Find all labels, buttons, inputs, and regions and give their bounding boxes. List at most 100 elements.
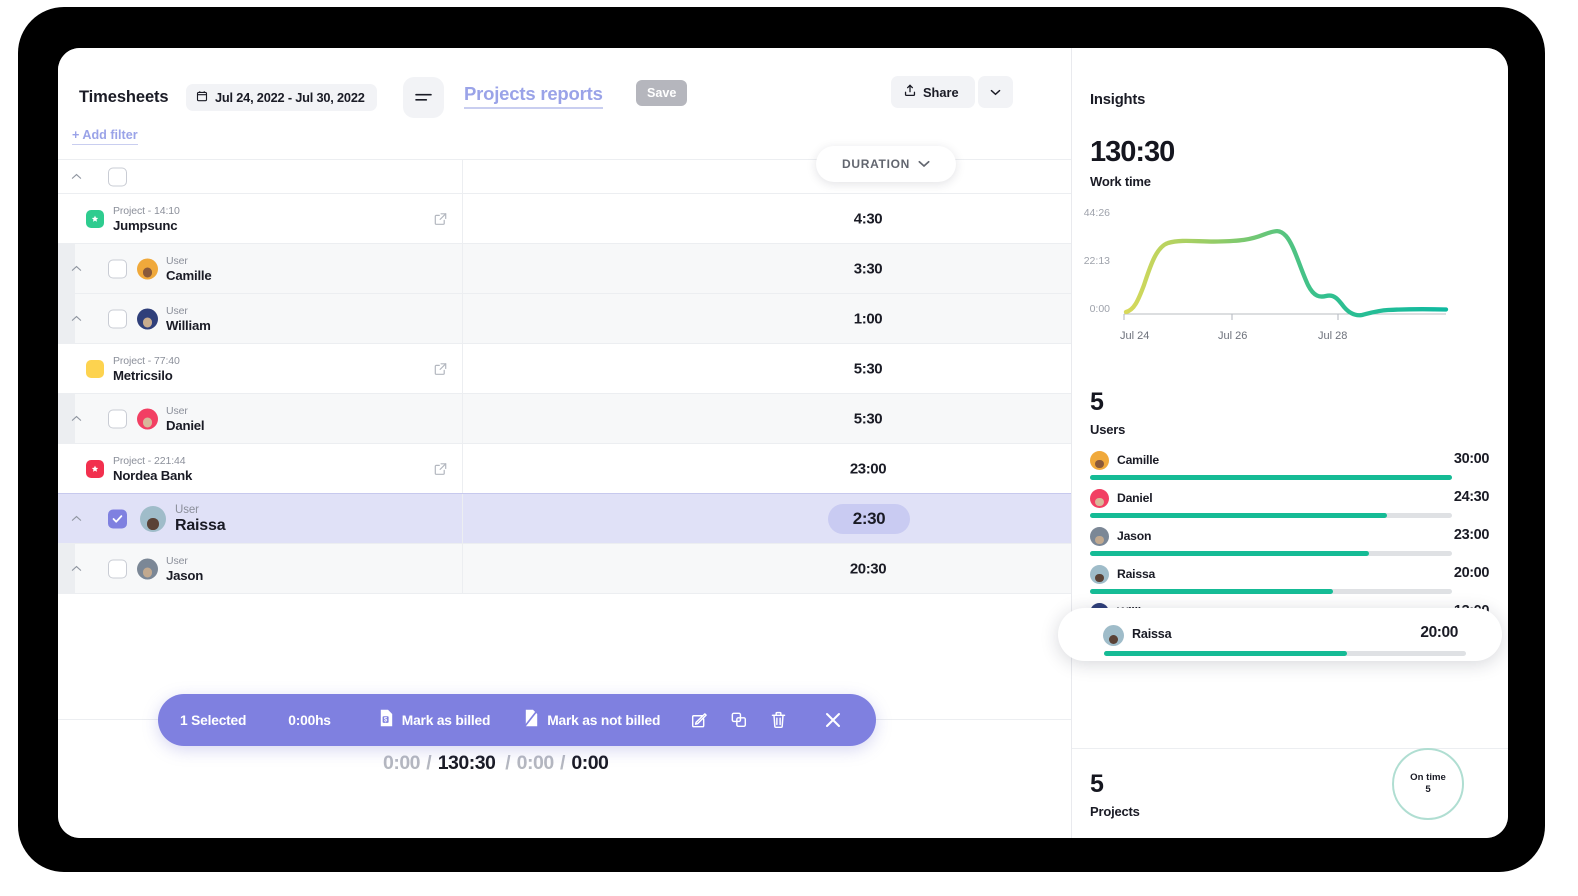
row-collapse-icon[interactable] <box>69 412 83 426</box>
table-row[interactable]: Project - 77:40Metricsilo5:30 <box>58 344 1071 394</box>
date-range-label: Jul 24, 2022 - Jul 30, 2022 <box>215 90 365 105</box>
user-value: 24:30 <box>1454 489 1489 505</box>
table-row[interactable]: UserWilliam 1:00 <box>58 294 1071 344</box>
user-bar-row[interactable]: Camille 30:00 <box>1090 448 1490 486</box>
table-row[interactable]: Project - 221:44Nordea Bank23:00 <box>58 444 1071 494</box>
user-bar-row[interactable]: Daniel24:30 <box>1090 486 1490 524</box>
row-checkbox[interactable] <box>108 509 127 528</box>
work-time-value: 130:30 <box>1090 136 1174 169</box>
total-separator: / <box>560 752 565 775</box>
close-x-icon[interactable] <box>823 710 843 730</box>
save-button[interactable]: Save <box>636 80 687 106</box>
user-bar-row[interactable]: Jason23:00 <box>1090 524 1490 562</box>
row-title: Daniel <box>166 418 204 433</box>
row-duration: 20:30 <box>808 560 928 577</box>
user-name: Raissa <box>1132 627 1171 641</box>
progress-track <box>1090 589 1452 594</box>
column-divider <box>462 394 463 443</box>
mark-as-billed-button[interactable]: $ Mark as billed <box>379 709 490 732</box>
row-kind-label: Project - 77:40 <box>113 355 180 367</box>
table-row[interactable]: Project - 14:10Jumpsunc4:30 <box>58 194 1071 244</box>
add-filter-button[interactable]: + Add filter <box>72 128 138 145</box>
progress-fill <box>1090 589 1333 594</box>
trash-icon[interactable] <box>770 711 787 729</box>
open-external-icon[interactable] <box>434 462 447 475</box>
row-collapse-icon[interactable] <box>69 512 83 526</box>
selected-count-label: 1 Selected <box>180 713 246 728</box>
edit-pencil-icon[interactable] <box>690 711 708 729</box>
tab-projects-reports[interactable]: Projects reports <box>464 83 603 109</box>
row-collapse-icon[interactable] <box>69 262 83 276</box>
table-row[interactable]: UserJason20:30 <box>58 544 1071 594</box>
share-button[interactable]: Share <box>891 76 975 108</box>
hamburger-menu-icon[interactable] <box>403 77 444 118</box>
invoice-dollar-icon: $ <box>379 709 394 732</box>
collapse-all-icon[interactable] <box>69 170 83 184</box>
column-divider <box>462 160 463 193</box>
row-duration: 3:30 <box>808 260 928 277</box>
progress-fill <box>1090 475 1452 480</box>
table-row[interactable]: UserCamille3:30 <box>58 244 1071 294</box>
mark-as-billed-label: Mark as billed <box>402 713 490 728</box>
share-label: Share <box>923 85 959 100</box>
table-row[interactable]: UserDaniel5:30 <box>58 394 1071 444</box>
progress-track <box>1090 551 1452 556</box>
mark-as-not-billed-button[interactable]: Mark as not billed <box>524 709 660 732</box>
row-checkbox[interactable] <box>108 409 127 428</box>
date-range-picker[interactable]: Jul 24, 2022 - Jul 30, 2022 <box>186 84 377 111</box>
row-checkbox[interactable] <box>108 259 127 278</box>
open-external-icon[interactable] <box>434 362 447 375</box>
progress-fill <box>1090 551 1369 556</box>
row-title: Nordea Bank <box>113 468 192 483</box>
work-time-label: Work time <box>1090 174 1151 189</box>
duplicate-icon[interactable] <box>730 711 748 729</box>
user-name: Camille <box>1117 453 1159 467</box>
on-time-donut-chart: On time 5 <box>1392 748 1464 820</box>
row-duration: 1:00 <box>808 310 928 327</box>
open-external-icon[interactable] <box>434 212 447 225</box>
progress-fill <box>1104 651 1347 656</box>
user-bar-row[interactable]: Raissa20:00 <box>1090 562 1490 600</box>
user-hover-card-raissa[interactable]: Raissa 20:00 <box>1058 608 1502 661</box>
row-kind-label: User <box>166 305 188 317</box>
projects-divider <box>1072 748 1508 749</box>
row-duration: 4:30 <box>808 210 928 227</box>
row-checkbox[interactable] <box>108 309 127 328</box>
users-label: Users <box>1090 422 1125 437</box>
progress-fill <box>1090 513 1387 518</box>
row-kind-label: User <box>166 555 188 567</box>
row-collapse-icon[interactable] <box>69 312 83 326</box>
on-time-label: On time <box>1410 772 1446 784</box>
total-value: 0:00 <box>571 752 608 775</box>
avatar <box>1090 451 1109 470</box>
upload-share-icon <box>904 84 916 100</box>
page-title: Timesheets <box>79 88 169 107</box>
row-kind-label: User <box>166 255 188 267</box>
avatar <box>140 506 166 532</box>
duration-column-header[interactable]: DURATION <box>816 146 956 182</box>
insights-pane: Insights 130:30 Work time 44:26 22:13 0:… <box>1072 48 1508 838</box>
work-time-line-chart: 44:26 22:13 0:00 Jul 24 Jul 26 Jul 28 <box>1072 213 1508 358</box>
avatar <box>1090 489 1109 508</box>
row-title: Raissa <box>175 517 225 535</box>
project-color-icon <box>86 460 104 478</box>
row-duration: 5:30 <box>808 410 928 427</box>
column-divider <box>462 494 463 543</box>
avatar <box>137 258 158 279</box>
insights-title: Insights <box>1090 92 1145 108</box>
total-value: 0:00 <box>383 752 420 775</box>
on-time-value: 5 <box>1425 784 1430 796</box>
bulk-action-bar: 1 Selected 0:00hs $ Mark as billed <box>158 694 876 746</box>
row-collapse-icon[interactable] <box>69 562 83 576</box>
total-separator: / <box>505 752 510 775</box>
calendar-icon <box>196 90 208 105</box>
row-title: William <box>166 318 211 333</box>
select-all-checkbox[interactable] <box>108 167 127 186</box>
table-row[interactable]: UserRaissa2:30 <box>58 494 1071 544</box>
user-value: 30:00 <box>1454 451 1489 467</box>
progress-track <box>1090 513 1452 518</box>
chevron-down-icon[interactable] <box>978 76 1013 108</box>
share-group: Share <box>891 76 1013 108</box>
avatar <box>1090 565 1109 584</box>
row-checkbox[interactable] <box>108 559 127 578</box>
